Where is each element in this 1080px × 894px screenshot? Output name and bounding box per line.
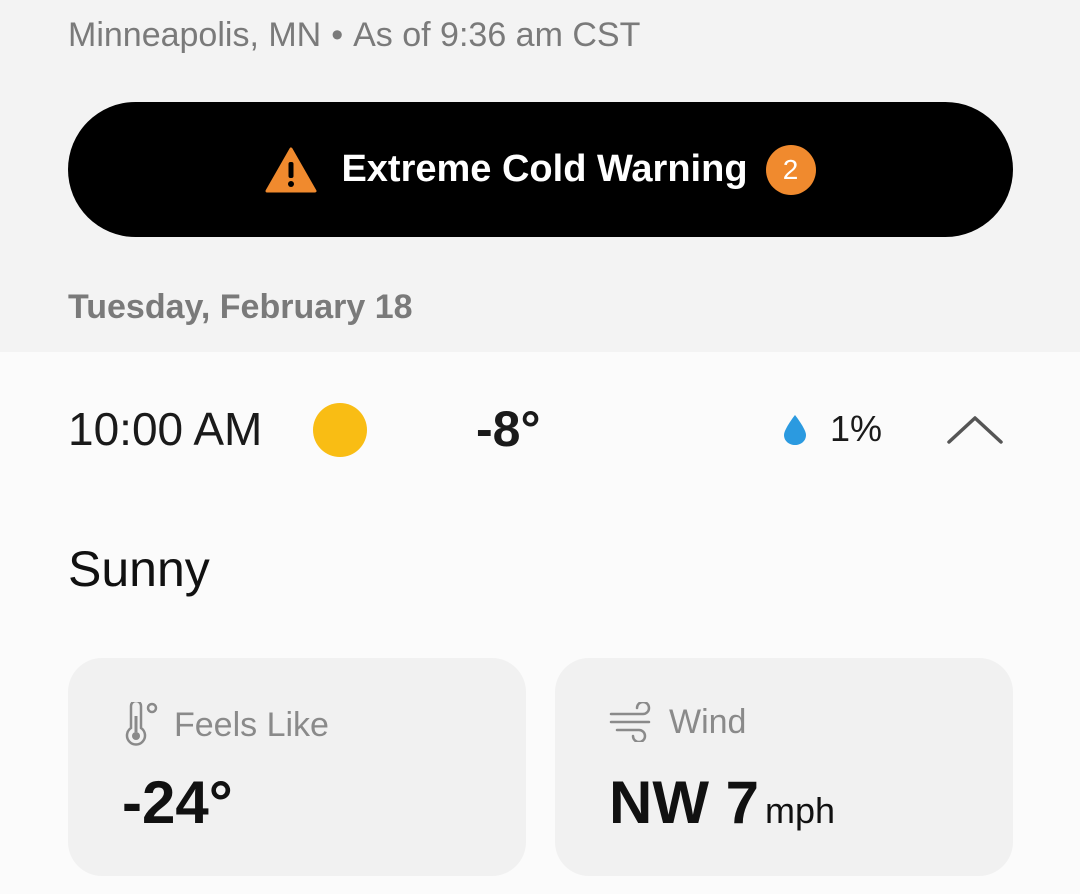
alert-count-badge: 2 xyxy=(765,144,816,195)
wind-value-line: NW 7 mph xyxy=(609,768,835,837)
location-line: Minneapolis, MN • As of 9:36 am CST xyxy=(68,16,640,55)
hour-time: 10:00 AM xyxy=(68,403,263,455)
wind-label: Wind xyxy=(669,702,747,741)
separator-dot: • xyxy=(331,16,344,54)
hour-temperature: -8° xyxy=(476,401,541,457)
chevron-up-icon[interactable] xyxy=(946,412,1004,446)
wind-icon xyxy=(609,702,651,742)
warning-triangle-icon xyxy=(265,147,317,192)
date-header: Tuesday, February 18 xyxy=(68,288,413,326)
wind-unit: mph xyxy=(765,790,836,831)
hourly-detail-panel: 10:00 AM -8° 1% Sunny Feels Like -24° Wi… xyxy=(0,352,1080,894)
feels-like-card: Feels Like -24° xyxy=(68,658,526,876)
hour-row[interactable]: 10:00 AM -8° 1% xyxy=(0,352,1080,508)
top-section: Minneapolis, MN • As of 9:36 am CST Extrem… xyxy=(0,0,1080,352)
precip-chance: 1% xyxy=(830,408,883,449)
raindrop-icon xyxy=(784,415,806,445)
thermometer-icon xyxy=(125,702,158,746)
feels-like-label: Feels Like xyxy=(174,705,329,744)
wind-value: NW 7 xyxy=(609,769,759,836)
alert-title: Extreme Cold Warning xyxy=(341,148,748,190)
location-name: Minneapolis, MN xyxy=(68,16,322,54)
feels-like-value: -24° xyxy=(122,769,233,836)
weather-alert-button[interactable]: Extreme Cold Warning 2 xyxy=(68,102,1013,237)
wind-header: Wind xyxy=(609,702,746,742)
wind-card: Wind NW 7 mph xyxy=(555,658,1013,876)
updated-time: As of 9:36 am CST xyxy=(353,16,641,54)
feels-like-header: Feels Like xyxy=(122,702,329,748)
sun-icon xyxy=(313,403,367,457)
condition-text: Sunny xyxy=(68,541,210,597)
